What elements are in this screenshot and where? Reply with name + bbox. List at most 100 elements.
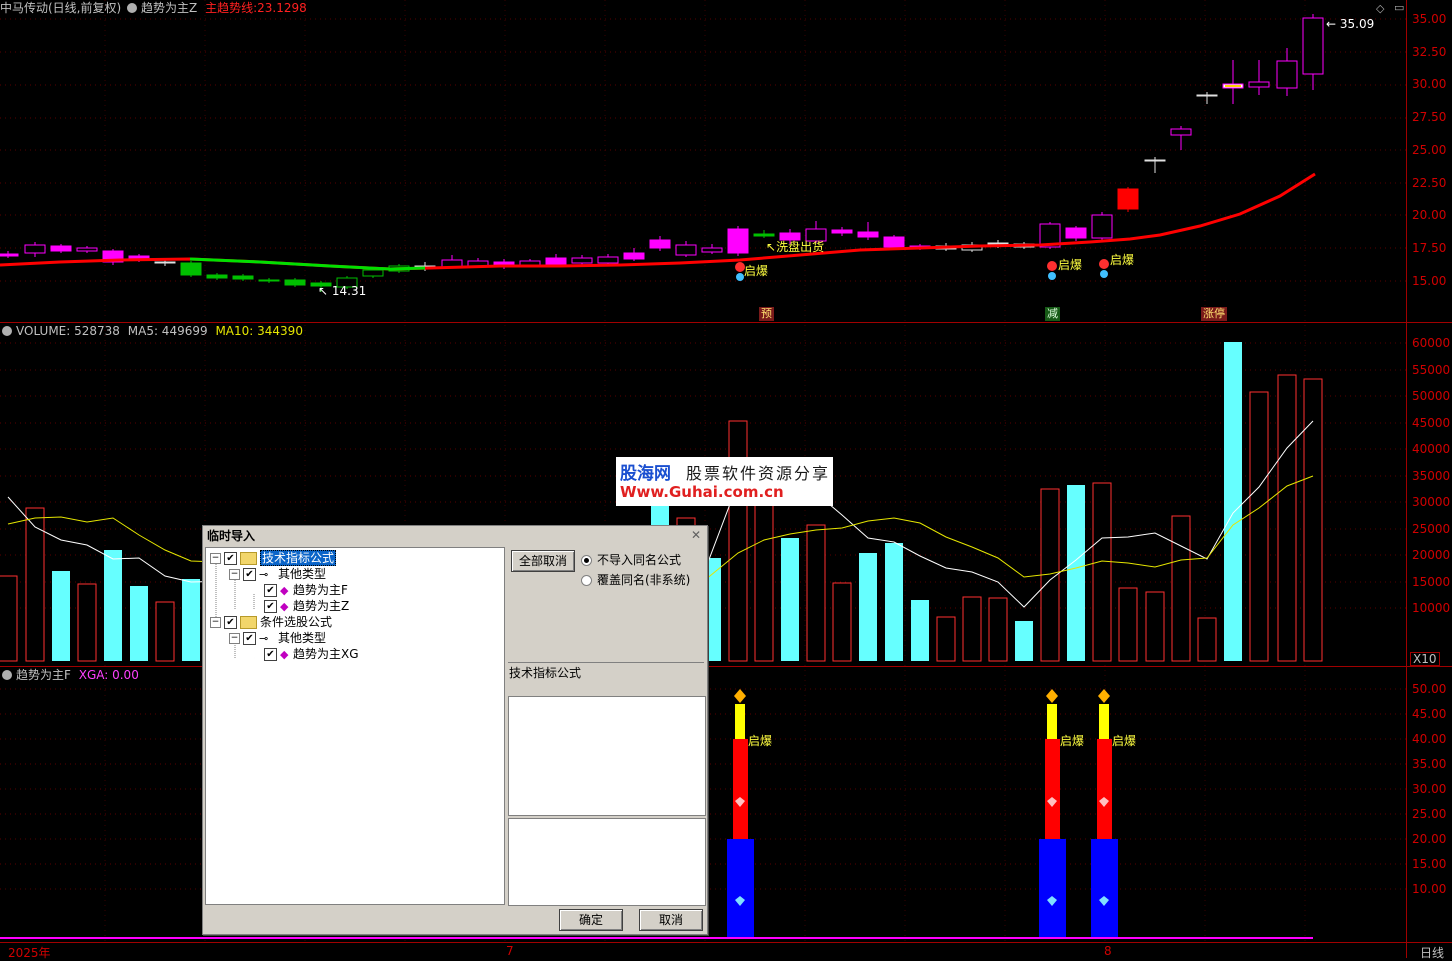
sub-bar-red [733, 739, 748, 839]
sub-bar-blue [1039, 839, 1066, 939]
tree-leaf-z[interactable]: ✔ ◆ 趋势为主Z [264, 598, 349, 614]
candle-body [1248, 81, 1270, 88]
stock-title[interactable]: 中马传动(日线,前复权) [0, 1, 121, 15]
axis-tick-label: 35.00 [1412, 757, 1447, 771]
sub-bar-red [1045, 739, 1060, 839]
candle-body [1065, 227, 1087, 239]
volume-bar [130, 586, 148, 661]
axis-tick-label: 40000 [1412, 442, 1451, 456]
high-price-label: ← 35.09 [1326, 17, 1375, 31]
sub-indicator-name[interactable]: 趋势为主F [16, 668, 71, 682]
tag-limit-up: 涨停 [1201, 307, 1227, 321]
sub-signal-label-3: 启爆 [1112, 734, 1137, 748]
signal-label-1: 启爆 [744, 264, 769, 278]
dialog-title[interactable]: 临时导入 [203, 526, 707, 546]
sub-indicator-menu-icon[interactable] [2, 670, 12, 680]
collapse-icon[interactable]: − [210, 617, 221, 628]
sub-bar-blue [1091, 839, 1118, 939]
tree-node-tech-other[interactable]: − ✔ ⊸ 其他类型 [229, 566, 326, 582]
checkbox-tech[interactable]: ✔ [224, 552, 237, 565]
category-label: 技术指标公式 [509, 666, 582, 680]
candle-body [154, 261, 176, 264]
diamond-icon [1046, 689, 1058, 703]
volume-bar [1197, 617, 1217, 662]
tree-label-select-other[interactable]: 其他类型 [278, 631, 326, 645]
tree-leaf-xg[interactable]: ✔ ◆ 趋势为主XG [264, 646, 359, 662]
tree-label-select[interactable]: 条件选股公式 [260, 615, 332, 629]
candle-body [1225, 85, 1241, 87]
checkbox-leaf-xg[interactable]: ✔ [264, 648, 277, 661]
signal-label-3: 启爆 [1110, 253, 1135, 267]
axis-tick-label: 35.00 [1412, 12, 1447, 26]
detail-box[interactable] [508, 818, 706, 906]
axis-tick-label: 45.00 [1412, 707, 1447, 721]
description-box[interactable] [508, 696, 706, 816]
candle-body [1144, 159, 1166, 162]
checkbox-select-other[interactable]: ✔ [243, 632, 256, 645]
tree-leaf-f[interactable]: ✔ ◆ 趋势为主F [264, 582, 348, 598]
low-price-label: ↖ 14.31 [318, 284, 367, 298]
candle-body [362, 269, 384, 277]
volume-bar [155, 601, 175, 662]
axis-tick-label: 40.00 [1412, 732, 1447, 746]
sub-bar-blue [727, 839, 754, 939]
collapse-icon[interactable]: − [229, 569, 240, 580]
tag-reduce: 减 [1045, 307, 1060, 321]
checkbox-tech-other[interactable]: ✔ [243, 568, 256, 581]
axis-tick-label: 30000 [1412, 495, 1451, 509]
volume-bar [832, 582, 852, 662]
key-icon: ⊸ [259, 567, 269, 581]
radio-skip-same-name[interactable]: 不导入同名公式 [581, 553, 681, 567]
candle-body [24, 244, 46, 254]
volume-menu-icon[interactable] [2, 326, 12, 336]
candle-body [1276, 60, 1298, 89]
axis-tick-label: 15.00 [1412, 857, 1447, 871]
tree-label-leaf-z[interactable]: 趋势为主Z [293, 599, 349, 613]
candle-body [76, 247, 98, 252]
formula-tree[interactable]: − ✔ 技术指标公式 − ✔ ⊸ 其他类型 ✔ ◆ 趋势为主F ✔ ◆ 趋势为主Z − ✔ 条件选股公… [205, 547, 505, 905]
formula-gem-icon: ◆ [280, 583, 289, 597]
radio-dot-selected[interactable] [581, 555, 592, 566]
volume-bar [1015, 621, 1033, 661]
import-dialog[interactable]: 临时导入 ✕ − ✔ 技术指标公式 − ✔ ⊸ 其他类型 ✔ ◆ 趋势为主F ✔ ◆ 趋势为主Z … [202, 525, 708, 935]
axis-tick-label: 27.50 [1412, 110, 1447, 125]
collapse-icon[interactable]: − [210, 553, 221, 564]
checkbox-select[interactable]: ✔ [224, 616, 237, 629]
panel-maximize-icon[interactable]: ▭ [1394, 1, 1404, 14]
cancel-button[interactable]: 取消 [639, 909, 703, 931]
tree-label-leaf-xg[interactable]: 趋势为主XG [293, 647, 359, 661]
tree-label-tech[interactable]: 技术指标公式 [260, 550, 337, 566]
candle-body [727, 228, 749, 254]
collapse-icon[interactable]: − [229, 633, 240, 644]
candle-body [701, 247, 723, 253]
radio-overwrite-same-name[interactable]: 覆盖同名(非系统) [581, 573, 690, 587]
panel-diamond-icon[interactable]: ◇ [1376, 2, 1384, 15]
tree-node-tech[interactable]: − ✔ 技术指标公式 [210, 550, 337, 566]
signal-label-2: 启爆 [1058, 258, 1083, 272]
radio-dot[interactable] [581, 575, 592, 586]
indicator-name[interactable]: 趋势为主Z [141, 1, 197, 15]
folder-icon [240, 552, 257, 565]
tree-label-tech-other[interactable]: 其他类型 [278, 567, 326, 581]
checkbox-leaf-z[interactable]: ✔ [264, 600, 277, 613]
axis-tick-label: 60000 [1412, 336, 1451, 350]
candle-body [258, 279, 280, 282]
price-axis-line [1406, 0, 1407, 958]
axis-tick-label: 35000 [1412, 468, 1451, 483]
tree-node-select[interactable]: − ✔ 条件选股公式 [210, 614, 332, 630]
axis-tick-label: 25.00 [1412, 142, 1447, 157]
candle-body [831, 229, 853, 234]
volume-bar [806, 524, 826, 662]
volume-bar [781, 538, 799, 661]
tree-label-leaf-f[interactable]: 趋势为主F [293, 583, 348, 597]
tree-node-select-other[interactable]: − ✔ ⊸ 其他类型 [229, 630, 326, 646]
period-label[interactable]: 日线 [1420, 944, 1444, 961]
axis-tick-label: 20.00 [1412, 832, 1447, 846]
close-icon[interactable]: ✕ [689, 528, 703, 542]
checkbox-leaf-f[interactable]: ✔ [264, 584, 277, 597]
indicator-menu-icon[interactable] [127, 3, 138, 13]
time-label-august: 8 [1104, 944, 1112, 958]
cancel-all-button[interactable]: 全部取消 [511, 550, 575, 572]
ok-button[interactable]: 确定 [559, 909, 623, 931]
watermark-url: Www.Guhai.com.cn [620, 483, 784, 501]
